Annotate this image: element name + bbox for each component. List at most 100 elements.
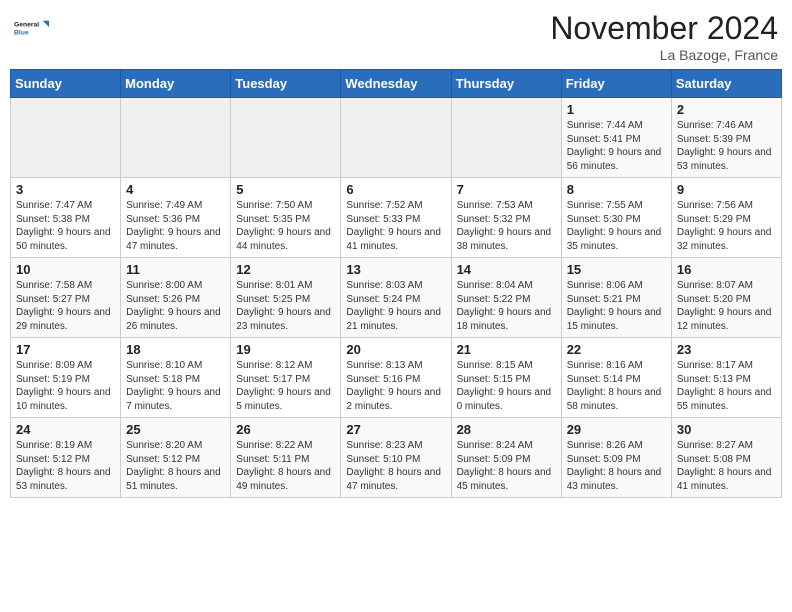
day-info: Sunrise: 7:49 AMSunset: 5:36 PMDaylight:… — [126, 199, 226, 253]
day-number: 19 — [236, 342, 336, 357]
weekday-header-row: SundayMondayTuesdayWednesdayThursdayFrid… — [11, 70, 782, 98]
day-number: 26 — [236, 422, 336, 437]
calendar-cell: 1 Sunrise: 7:44 AMSunset: 5:41 PMDaylight… — [561, 98, 671, 178]
page-header: General Blue November 2024 La Bazoge, Fr… — [10, 10, 782, 63]
day-info: Sunrise: 8:06 AMSunset: 5:21 PMDaylight:… — [567, 279, 667, 333]
day-info: Sunrise: 7:56 AMSunset: 5:29 PMDaylight:… — [677, 199, 777, 253]
calendar-cell: 26 Sunrise: 8:22 AMSunset: 5:11 PMDayligh… — [231, 418, 341, 498]
calendar-cell: 30Sunrise: 8:27 AMSunset: 5:08 PMDayligh… — [671, 418, 781, 498]
week-row-2: 3 Sunrise: 7:47 AMSunset: 5:38 PMDaylight… — [11, 178, 782, 258]
day-number: 28 — [457, 422, 557, 437]
day-number: 29 — [567, 422, 667, 437]
day-number: 11 — [126, 262, 226, 277]
month-year: November 2024 — [550, 10, 778, 47]
calendar-cell: 13 Sunrise: 8:03 AMSunset: 5:24 PMDayligh… — [341, 258, 451, 338]
day-info: Sunrise: 7:46 AMSunset: 5:39 PMDaylight:… — [677, 119, 777, 173]
day-info: Sunrise: 8:23 AMSunset: 5:10 PMDaylight:… — [346, 439, 446, 493]
day-info: Sunrise: 7:44 AMSunset: 5:41 PMDaylight:… — [567, 119, 667, 173]
day-info: Sunrise: 8:22 AMSunset: 5:11 PMDaylight:… — [236, 439, 336, 493]
calendar-cell: 4 Sunrise: 7:49 AMSunset: 5:36 PMDaylight… — [121, 178, 231, 258]
day-number: 22 — [567, 342, 667, 357]
calendar-cell: 7 Sunrise: 7:53 AMSunset: 5:32 PMDaylight… — [451, 178, 561, 258]
day-number: 7 — [457, 182, 557, 197]
day-info: Sunrise: 8:27 AMSunset: 5:08 PMDaylight:… — [677, 439, 777, 493]
day-info: Sunrise: 7:55 AMSunset: 5:30 PMDaylight:… — [567, 199, 667, 253]
calendar-cell: 23 Sunrise: 8:17 AMSunset: 5:13 PMDayligh… — [671, 338, 781, 418]
day-info: Sunrise: 8:13 AMSunset: 5:16 PMDaylight:… — [346, 359, 446, 413]
day-number: 18 — [126, 342, 226, 357]
day-number: 4 — [126, 182, 226, 197]
day-info: Sunrise: 8:07 AMSunset: 5:20 PMDaylight:… — [677, 279, 777, 333]
day-info: Sunrise: 8:15 AMSunset: 5:15 PMDaylight:… — [457, 359, 557, 413]
calendar-cell — [451, 98, 561, 178]
day-number: 5 — [236, 182, 336, 197]
svg-text:Blue: Blue — [14, 29, 29, 36]
calendar-cell: 12 Sunrise: 8:01 AMSunset: 5:25 PMDayligh… — [231, 258, 341, 338]
day-number: 13 — [346, 262, 446, 277]
calendar-cell: 17 Sunrise: 8:09 AMSunset: 5:19 PMDayligh… — [11, 338, 121, 418]
day-info: Sunrise: 8:19 AMSunset: 5:12 PMDaylight:… — [16, 439, 116, 493]
day-number: 24 — [16, 422, 116, 437]
day-number: 10 — [16, 262, 116, 277]
day-info: Sunrise: 7:47 AMSunset: 5:38 PMDaylight:… — [16, 199, 116, 253]
day-info: Sunrise: 8:00 AMSunset: 5:26 PMDaylight:… — [126, 279, 226, 333]
week-row-5: 24 Sunrise: 8:19 AMSunset: 5:12 PMDayligh… — [11, 418, 782, 498]
weekday-header-saturday: Saturday — [671, 70, 781, 98]
calendar-cell: 11 Sunrise: 8:00 AMSunset: 5:26 PMDayligh… — [121, 258, 231, 338]
week-row-1: 1 Sunrise: 7:44 AMSunset: 5:41 PMDaylight… — [11, 98, 782, 178]
day-number: 16 — [677, 262, 777, 277]
weekday-header-friday: Friday — [561, 70, 671, 98]
weekday-header-thursday: Thursday — [451, 70, 561, 98]
week-row-3: 10 Sunrise: 7:58 AMSunset: 5:27 PMDayligh… — [11, 258, 782, 338]
day-info: Sunrise: 8:01 AMSunset: 5:25 PMDaylight:… — [236, 279, 336, 333]
weekday-header-sunday: Sunday — [11, 70, 121, 98]
day-info: Sunrise: 8:17 AMSunset: 5:13 PMDaylight:… — [677, 359, 777, 413]
location: La Bazoge, France — [550, 47, 778, 63]
day-info: Sunrise: 8:16 AMSunset: 5:14 PMDaylight:… — [567, 359, 667, 413]
day-info: Sunrise: 8:26 AMSunset: 5:09 PMDaylight:… — [567, 439, 667, 493]
weekday-header-monday: Monday — [121, 70, 231, 98]
day-number: 20 — [346, 342, 446, 357]
calendar-cell — [11, 98, 121, 178]
day-info: Sunrise: 7:53 AMSunset: 5:32 PMDaylight:… — [457, 199, 557, 253]
calendar-cell: 8Sunrise: 7:55 AMSunset: 5:30 PMDaylight… — [561, 178, 671, 258]
day-info: Sunrise: 8:04 AMSunset: 5:22 PMDaylight:… — [457, 279, 557, 333]
day-number: 21 — [457, 342, 557, 357]
calendar-cell: 19 Sunrise: 8:12 AMSunset: 5:17 PMDayligh… — [231, 338, 341, 418]
day-number: 23 — [677, 342, 777, 357]
day-number: 15 — [567, 262, 667, 277]
calendar-cell: 29 Sunrise: 8:26 AMSunset: 5:09 PMDayligh… — [561, 418, 671, 498]
day-number: 3 — [16, 182, 116, 197]
day-number: 25 — [126, 422, 226, 437]
calendar-cell: 10 Sunrise: 7:58 AMSunset: 5:27 PMDayligh… — [11, 258, 121, 338]
svg-text:General: General — [14, 22, 39, 29]
calendar-cell: 21 Sunrise: 8:15 AMSunset: 5:15 PMDayligh… — [451, 338, 561, 418]
calendar-cell: 18Sunrise: 8:10 AMSunset: 5:18 PMDayligh… — [121, 338, 231, 418]
calendar-cell: 2Sunrise: 7:46 AMSunset: 5:39 PMDaylight… — [671, 98, 781, 178]
day-number: 17 — [16, 342, 116, 357]
logo-icon: General Blue — [14, 10, 50, 46]
day-info: Sunrise: 8:24 AMSunset: 5:09 PMDaylight:… — [457, 439, 557, 493]
calendar-cell: 25 Sunrise: 8:20 AMSunset: 5:12 PMDayligh… — [121, 418, 231, 498]
day-number: 27 — [346, 422, 446, 437]
day-number: 6 — [346, 182, 446, 197]
calendar-cell — [121, 98, 231, 178]
calendar-cell: 24 Sunrise: 8:19 AMSunset: 5:12 PMDayligh… — [11, 418, 121, 498]
day-info: Sunrise: 8:12 AMSunset: 5:17 PMDaylight:… — [236, 359, 336, 413]
calendar-cell: 9Sunrise: 7:56 AMSunset: 5:29 PMDaylight… — [671, 178, 781, 258]
day-number: 12 — [236, 262, 336, 277]
calendar-table: SundayMondayTuesdayWednesdayThursdayFrid… — [10, 69, 782, 498]
day-info: Sunrise: 7:58 AMSunset: 5:27 PMDaylight:… — [16, 279, 116, 333]
day-number: 14 — [457, 262, 557, 277]
calendar-cell: 6Sunrise: 7:52 AMSunset: 5:33 PMDaylight… — [341, 178, 451, 258]
day-number: 1 — [567, 102, 667, 117]
calendar-cell: 3 Sunrise: 7:47 AMSunset: 5:38 PMDaylight… — [11, 178, 121, 258]
calendar-cell: 14 Sunrise: 8:04 AMSunset: 5:22 PMDayligh… — [451, 258, 561, 338]
day-info: Sunrise: 8:09 AMSunset: 5:19 PMDaylight:… — [16, 359, 116, 413]
weekday-header-wednesday: Wednesday — [341, 70, 451, 98]
logo: General Blue — [14, 10, 50, 46]
day-info: Sunrise: 8:03 AMSunset: 5:24 PMDaylight:… — [346, 279, 446, 333]
weekday-header-tuesday: Tuesday — [231, 70, 341, 98]
day-info: Sunrise: 8:20 AMSunset: 5:12 PMDaylight:… — [126, 439, 226, 493]
calendar-cell: 15 Sunrise: 8:06 AMSunset: 5:21 PMDayligh… — [561, 258, 671, 338]
